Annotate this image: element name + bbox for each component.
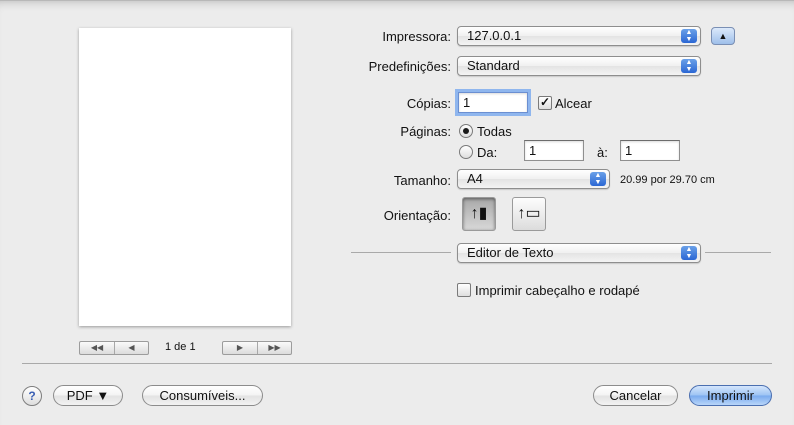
last-page-button[interactable]: ▶▶ xyxy=(257,342,291,354)
presets-label: Predefinições: xyxy=(368,59,451,74)
pages-from-value: 1 xyxy=(529,143,537,158)
section-divider-right xyxy=(705,252,771,253)
details-toggle-button[interactable]: ▲ xyxy=(711,27,735,45)
print-preview-page xyxy=(79,28,291,326)
copies-label: Cópias: xyxy=(406,96,451,111)
help-button[interactable]: ? xyxy=(22,386,42,406)
orientation-landscape-button[interactable]: ↑▭ xyxy=(512,197,546,231)
print-dialog-sheet: ◀◀ ◀ 1 de 1 ▶ ▶▶ Impressora: 127.0.0.1 ▲… xyxy=(0,0,794,425)
popup-arrows-icon: ▲ ▼ xyxy=(681,246,697,260)
printer-label: Impressora: xyxy=(382,29,451,44)
previous-page-button[interactable]: ◀ xyxy=(114,342,148,354)
section-popup[interactable]: Editor de Texto ▲ ▼ xyxy=(457,243,701,263)
help-icon: ? xyxy=(28,389,36,403)
popup-arrows-icon: ▲ ▼ xyxy=(681,29,697,43)
popup-arrows-icon: ▲ ▼ xyxy=(590,172,606,186)
section-value: Editor de Texto xyxy=(467,245,554,260)
pages-to-field[interactable]: 1 xyxy=(620,140,680,161)
pages-to-value: 1 xyxy=(625,143,633,158)
copies-value: 1 xyxy=(463,95,471,110)
next-page-button[interactable]: ▶ xyxy=(223,342,257,354)
pdf-menu-button[interactable]: PDF ▼ xyxy=(53,385,123,406)
pager-forward-group: ▶ ▶▶ xyxy=(222,341,292,355)
pages-all-radio[interactable] xyxy=(459,124,473,138)
printer-value: 127.0.0.1 xyxy=(467,28,522,43)
bottom-divider xyxy=(22,363,772,364)
printer-popup[interactable]: 127.0.0.1 ▲ ▼ xyxy=(457,26,701,46)
orientation-portrait-button[interactable]: ↑▮ xyxy=(462,197,496,231)
landscape-icon: ↑▭ xyxy=(517,205,541,222)
collate-checkbox[interactable]: ✓ xyxy=(538,96,552,110)
orientation-label: Orientação: xyxy=(383,208,451,223)
pdf-button-label: PDF ▼ xyxy=(66,388,110,403)
pages-range-label: Da: xyxy=(477,145,498,160)
print-button[interactable]: Imprimir xyxy=(689,385,772,406)
copies-field[interactable]: 1 xyxy=(458,92,528,113)
paper-size-value: A4 xyxy=(467,171,483,186)
paper-size-label: Tamanho: xyxy=(393,173,451,188)
popup-arrows-icon: ▲ ▼ xyxy=(681,59,697,73)
cancel-button[interactable]: Cancelar xyxy=(593,385,678,406)
cancel-button-label: Cancelar xyxy=(609,388,662,403)
pages-from-field[interactable]: 1 xyxy=(524,140,584,161)
triangle-up-icon: ▲ xyxy=(718,31,728,41)
header-footer-label: Imprimir cabeçalho e rodapé xyxy=(475,283,640,298)
pager-back-group: ◀◀ ◀ xyxy=(79,341,149,355)
section-divider-left xyxy=(351,252,451,253)
pages-to-label: à: xyxy=(597,145,608,160)
presets-value: Standard xyxy=(467,58,520,73)
page-count: 1 de 1 xyxy=(165,341,196,353)
print-button-label: Imprimir xyxy=(707,388,754,403)
pages-label: Páginas: xyxy=(400,124,451,139)
paper-size-popup[interactable]: A4 ▲ ▼ xyxy=(457,169,610,189)
supplies-button-label: Consumíveis... xyxy=(159,388,246,403)
first-page-button[interactable]: ◀◀ xyxy=(80,342,114,354)
pages-range-radio[interactable] xyxy=(459,145,473,159)
paper-dimensions: 20.99 por 29.70 cm xyxy=(620,174,715,186)
supplies-button[interactable]: Consumíveis... xyxy=(142,385,263,406)
pages-all-label: Todas xyxy=(477,124,512,139)
presets-popup[interactable]: Standard ▲ ▼ xyxy=(457,56,701,76)
portrait-icon: ↑▮ xyxy=(470,205,488,222)
header-footer-checkbox[interactable] xyxy=(457,283,471,297)
collate-label: Alcear xyxy=(555,96,592,111)
checkmark-icon: ✓ xyxy=(539,95,551,109)
